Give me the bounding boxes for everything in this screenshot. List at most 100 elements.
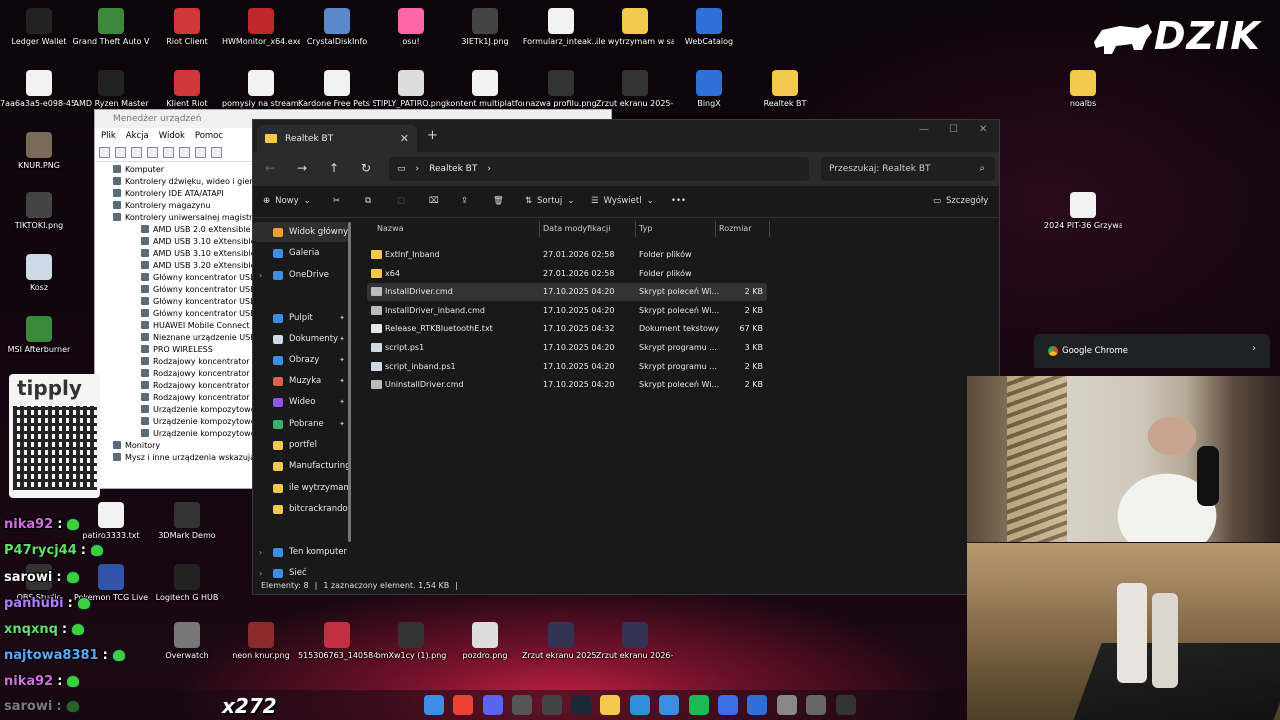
discord-icon[interactable] <box>482 695 503 715</box>
more-options-button[interactable]: ••• <box>671 196 686 206</box>
column-name[interactable]: Nazwa <box>377 224 404 233</box>
search-input[interactable]: Przeszukaj: Realtek BT ⌕ <box>821 157 995 181</box>
close-tab-icon[interactable]: ✕ <box>400 132 409 145</box>
file-explorer-window[interactable]: Realtek BT ✕ + — ☐ ✕ ← → ↑ ↻ ▭ › Realtek… <box>252 119 1000 595</box>
desktop-icon[interactable]: ile wytrzymam w saunie <box>596 4 674 58</box>
chevron-right-icon[interactable]: › <box>1252 343 1256 354</box>
desktop-icon[interactable]: pozdro.png <box>446 618 524 672</box>
nav-item[interactable]: portfel <box>253 435 349 455</box>
desktop-icon[interactable]: neon knur.png <box>222 618 300 672</box>
desktop-icon[interactable]: MSI Afterburner <box>0 312 78 366</box>
nav-item[interactable]: Obrazy ✦ <box>253 350 349 370</box>
file-row[interactable]: UninstallDriver.cmd 17.10.2025 04:20 Skryp… <box>367 376 767 394</box>
chevron-right-icon[interactable]: › <box>259 271 262 280</box>
forward-icon[interactable] <box>115 147 126 158</box>
desktop-icon[interactable]: Logitech G HUB <box>148 560 226 614</box>
new-button[interactable]: ⊕ Nowy ⌄ <box>263 196 311 206</box>
column-type[interactable]: Typ <box>639 224 652 233</box>
column-separator[interactable] <box>635 221 636 237</box>
desktop-icon[interactable]: Riot Client <box>148 4 226 58</box>
nav-item[interactable]: › OneDrive <box>253 265 349 285</box>
cmd-icon[interactable] <box>835 695 856 715</box>
paste-button[interactable]: ▢ <box>397 196 405 206</box>
nav-item[interactable]: Dokumenty ✦ <box>253 329 349 349</box>
new-tab-button[interactable]: + <box>427 128 438 143</box>
tree-view-icon[interactable] <box>147 147 158 158</box>
column-separator[interactable] <box>539 221 540 237</box>
address-box[interactable]: ▭ › Realtek BT › <box>389 157 809 181</box>
cut-button[interactable]: ✂ <box>333 196 340 206</box>
nav-item[interactable]: Pobrane ✦ <box>253 414 349 434</box>
nav-item[interactable]: bitcrackrandom <box>253 499 349 519</box>
desktop-icon[interactable]: Zrzut ekranu 2025-12-1... <box>522 618 600 672</box>
file-row[interactable]: script_inband.ps1 17.10.2025 04:20 Skrypt … <box>367 358 767 376</box>
maximize-button[interactable]: ☐ <box>949 124 958 135</box>
chrome-notification[interactable]: Google Chrome › <box>1034 334 1270 368</box>
back-button[interactable]: ← <box>265 161 275 175</box>
desktop-icon[interactable]: Realtek BT <box>746 66 824 120</box>
nav-item[interactable]: ile wytrzymam v <box>253 478 349 498</box>
desktop-icon[interactable]: noalbs <box>1044 66 1122 120</box>
desktop-icon[interactable]: Overwatch <box>148 618 226 672</box>
details-button[interactable]: ▭ Szczegóły <box>933 196 988 206</box>
steam-icon[interactable] <box>571 695 591 715</box>
sort-button[interactable]: ⇅ Sortuj ⌄ <box>525 196 574 206</box>
tools-icon[interactable] <box>659 695 680 715</box>
file-row[interactable]: script.ps1 17.10.2025 04:20 Skrypt program… <box>367 339 767 357</box>
desktop-icon[interactable]: 2024 PIT-36 Grzywacz P... <box>1044 188 1122 242</box>
chevron-right-icon[interactable]: › <box>259 548 262 557</box>
app2-icon[interactable] <box>806 695 827 715</box>
desktop-icon[interactable]: Grand Theft Auto V <box>72 4 150 58</box>
delete-button[interactable]: 🗑 <box>493 196 504 206</box>
column-size[interactable]: Rozmiar <box>719 224 752 233</box>
view-button[interactable]: ☰ Wyświetl ⌄ <box>591 196 654 206</box>
nav-item[interactable]: Widok główny <box>253 222 349 242</box>
desktop-icon[interactable]: HWMonitor_x64.exe <box>222 4 300 58</box>
minimize-button[interactable]: — <box>919 124 929 135</box>
windows-start-icon[interactable] <box>424 695 444 715</box>
desktop-icon[interactable]: TIKTOKI.png <box>0 188 78 242</box>
desktop-icon[interactable]: WebCatalog <box>670 4 748 58</box>
desktop-icon[interactable]: osu! <box>372 4 450 58</box>
nav-item[interactable]: Galeria <box>253 243 349 263</box>
desktop-icon[interactable]: KNUR.PNG <box>0 128 78 182</box>
device-icon[interactable] <box>179 147 190 158</box>
desktop-icon[interactable]: BingX <box>670 66 748 120</box>
menu-item[interactable]: Plik <box>101 131 116 141</box>
forward-button[interactable]: → <box>297 161 307 175</box>
edge-icon[interactable] <box>629 695 650 715</box>
desktop-icon[interactable]: 7aa6a3a5-e098-45... <box>0 66 78 120</box>
menu-item[interactable]: Akcja <box>126 131 149 141</box>
terminal-icon[interactable] <box>512 695 533 715</box>
up-button[interactable]: ↑ <box>329 161 339 175</box>
nav-item[interactable]: Pulpit ✦ <box>253 308 349 328</box>
desktop-icon[interactable]: 3DMark Demo <box>148 498 226 552</box>
obs-icon[interactable] <box>541 695 562 715</box>
file-row[interactable]: Release_RTKBluetoothE.txt 17.10.2025 04:3… <box>367 320 767 338</box>
desktop-icon[interactable]: Kosz <box>0 250 78 304</box>
explorer-tab[interactable]: Realtek BT ✕ <box>257 125 417 152</box>
desktop-icon[interactable]: Formularz_inteak... <box>522 4 600 58</box>
bingx-icon[interactable] <box>747 695 768 715</box>
copy-button[interactable]: ⧉ <box>365 196 371 206</box>
close-window-button[interactable]: ✕ <box>979 124 987 135</box>
breadcrumb[interactable]: Realtek BT <box>429 164 477 174</box>
desktop-icon[interactable]: bmXw1cy (1).png <box>372 618 450 672</box>
desktop-icon[interactable]: Zrzut ekranu 2026-01-1... <box>596 618 674 672</box>
app-icon[interactable] <box>718 695 738 715</box>
column-date[interactable]: Data modyfikacji <box>543 224 610 233</box>
properties-icon[interactable] <box>131 147 142 158</box>
file-row[interactable]: ExtInf_Inband 27.01.2026 02:58 Folder plik… <box>367 246 767 264</box>
update-driver-icon[interactable] <box>195 147 206 158</box>
help-icon[interactable] <box>163 147 174 158</box>
chrome-icon[interactable] <box>453 695 474 715</box>
column-separator[interactable] <box>715 221 716 237</box>
share-button[interactable]: ⇪ <box>461 196 468 206</box>
nav-item[interactable]: Manufacturing l <box>253 456 349 476</box>
column-separator[interactable] <box>769 221 770 237</box>
file-row[interactable]: x64 27.01.2026 02:58 Folder plików <box>367 265 767 283</box>
file-explorer-icon[interactable] <box>600 695 621 715</box>
desktop-icon[interactable]: 3IETk1J.png <box>446 4 524 58</box>
settings-icon[interactable] <box>776 695 797 715</box>
file-row[interactable]: InstallDriver.cmd 17.10.2025 04:20 Skrypt … <box>367 283 767 302</box>
